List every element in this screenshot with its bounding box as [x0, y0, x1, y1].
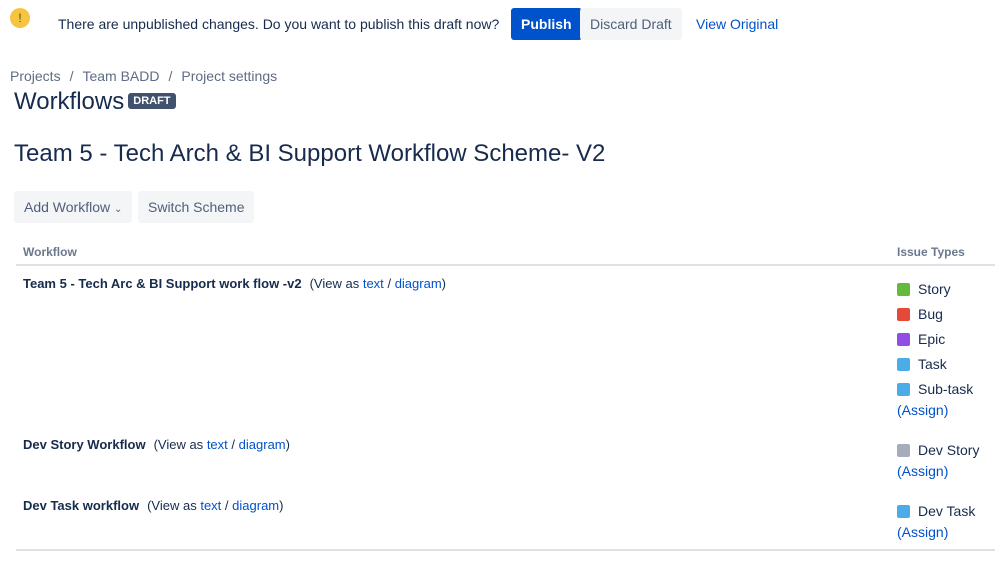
switch-scheme-button[interactable]: Switch Scheme — [138, 191, 255, 223]
divider — [16, 549, 995, 551]
issue-types-list: Dev Task (Assign) — [897, 499, 975, 540]
view-as-label: (View as — [309, 276, 360, 291]
assign-close: ) — [943, 402, 949, 418]
issue-type: Task — [897, 352, 973, 377]
add-workflow-label: Add Workflow — [24, 199, 111, 215]
issue-type-label: Sub-task — [918, 381, 974, 397]
assign-close: ) — [943, 524, 949, 540]
workflow-name: Dev Story Workflow — [23, 437, 146, 452]
warning-icon: ! — [10, 8, 30, 28]
breadcrumb: Projects / Team BADD / Project settings — [10, 68, 278, 84]
issue-type: Epic — [897, 327, 973, 352]
view-diagram-link[interactable]: diagram — [395, 276, 442, 291]
issue-type: Story — [897, 277, 973, 302]
workflow-row: Dev Story Workflow (View as text / diagra… — [23, 437, 290, 452]
draft-badge: DRAFT — [128, 92, 176, 109]
issue-types-list: Dev Story (Assign) — [897, 438, 979, 479]
epic-icon — [897, 332, 910, 346]
chevron-down-icon: ⌄ — [114, 204, 123, 215]
breadcrumb-settings[interactable]: Project settings — [181, 68, 277, 84]
workflow-name: Team 5 - Tech Arc & BI Support work flow… — [23, 276, 302, 291]
workflow-row: Team 5 - Tech Arc & BI Support work flow… — [23, 276, 446, 291]
issue-type-label: Story — [918, 281, 951, 297]
bug-icon — [897, 307, 910, 321]
view-as-label: (View as — [147, 498, 197, 513]
story-icon — [897, 282, 910, 296]
workflow-row: Dev Task workflow (View as text / diagram… — [23, 498, 283, 513]
assign-link[interactable]: Assign — [902, 463, 944, 479]
dev-story-icon — [897, 443, 910, 457]
issue-type-label: Dev Task — [918, 503, 976, 519]
separator: / — [231, 437, 236, 452]
breadcrumb-team[interactable]: Team BADD — [82, 68, 159, 84]
issue-type-label: Dev Story — [918, 442, 980, 458]
workflow-name: Dev Task workflow — [23, 498, 140, 513]
dev-task-icon — [897, 504, 910, 518]
paren: ) — [279, 498, 284, 513]
assign-close: ) — [943, 463, 949, 479]
issue-type-label: Epic — [918, 331, 946, 347]
publish-button[interactable]: Publish — [511, 8, 582, 40]
page-title: Workflows DRAFT — [14, 88, 176, 116]
view-diagram-link[interactable]: diagram — [239, 437, 286, 452]
divider — [16, 264, 995, 266]
sub-task-icon — [897, 382, 910, 396]
separator: / — [224, 498, 229, 513]
paren: ) — [441, 276, 446, 291]
view-text-link[interactable]: text — [363, 276, 384, 291]
paren: ) — [285, 437, 290, 452]
assign-wrap: (Assign) — [897, 524, 975, 540]
assign-link[interactable]: Assign — [902, 524, 944, 540]
issue-type-label: Bug — [918, 306, 943, 322]
unpublished-message: There are unpublished changes. Do you wa… — [58, 16, 500, 32]
assign-wrap: (Assign) — [897, 463, 979, 479]
view-original-link[interactable]: View Original — [686, 8, 788, 40]
breadcrumb-projects[interactable]: Projects — [10, 68, 61, 84]
scheme-title: Team 5 - Tech Arch & BI Support Workflow… — [14, 140, 606, 167]
issue-type: Dev Story — [897, 438, 979, 463]
col-issue-types: Issue Types — [897, 245, 965, 259]
task-icon — [897, 357, 910, 371]
issue-type-label: Task — [918, 356, 947, 372]
issue-type: Bug — [897, 302, 973, 327]
view-as-label: (View as — [153, 437, 204, 452]
discard-draft-button[interactable]: Discard Draft — [580, 8, 682, 40]
view-text-link[interactable]: text — [200, 498, 221, 513]
separator: / — [387, 276, 392, 291]
title-text: Workflows — [14, 88, 125, 115]
assign-wrap: (Assign) — [897, 402, 973, 418]
issue-type: Dev Task — [897, 499, 975, 524]
add-workflow-button[interactable]: Add Workflow ⌄ — [14, 191, 133, 223]
view-diagram-link[interactable]: diagram — [232, 498, 279, 513]
issue-types-list: Story Bug Epic Task Sub-task (Assign) — [897, 277, 973, 418]
issue-type: Sub-task — [897, 377, 973, 402]
assign-link[interactable]: Assign — [902, 402, 944, 418]
col-workflow: Workflow — [23, 245, 77, 259]
view-text-link[interactable]: text — [207, 437, 228, 452]
